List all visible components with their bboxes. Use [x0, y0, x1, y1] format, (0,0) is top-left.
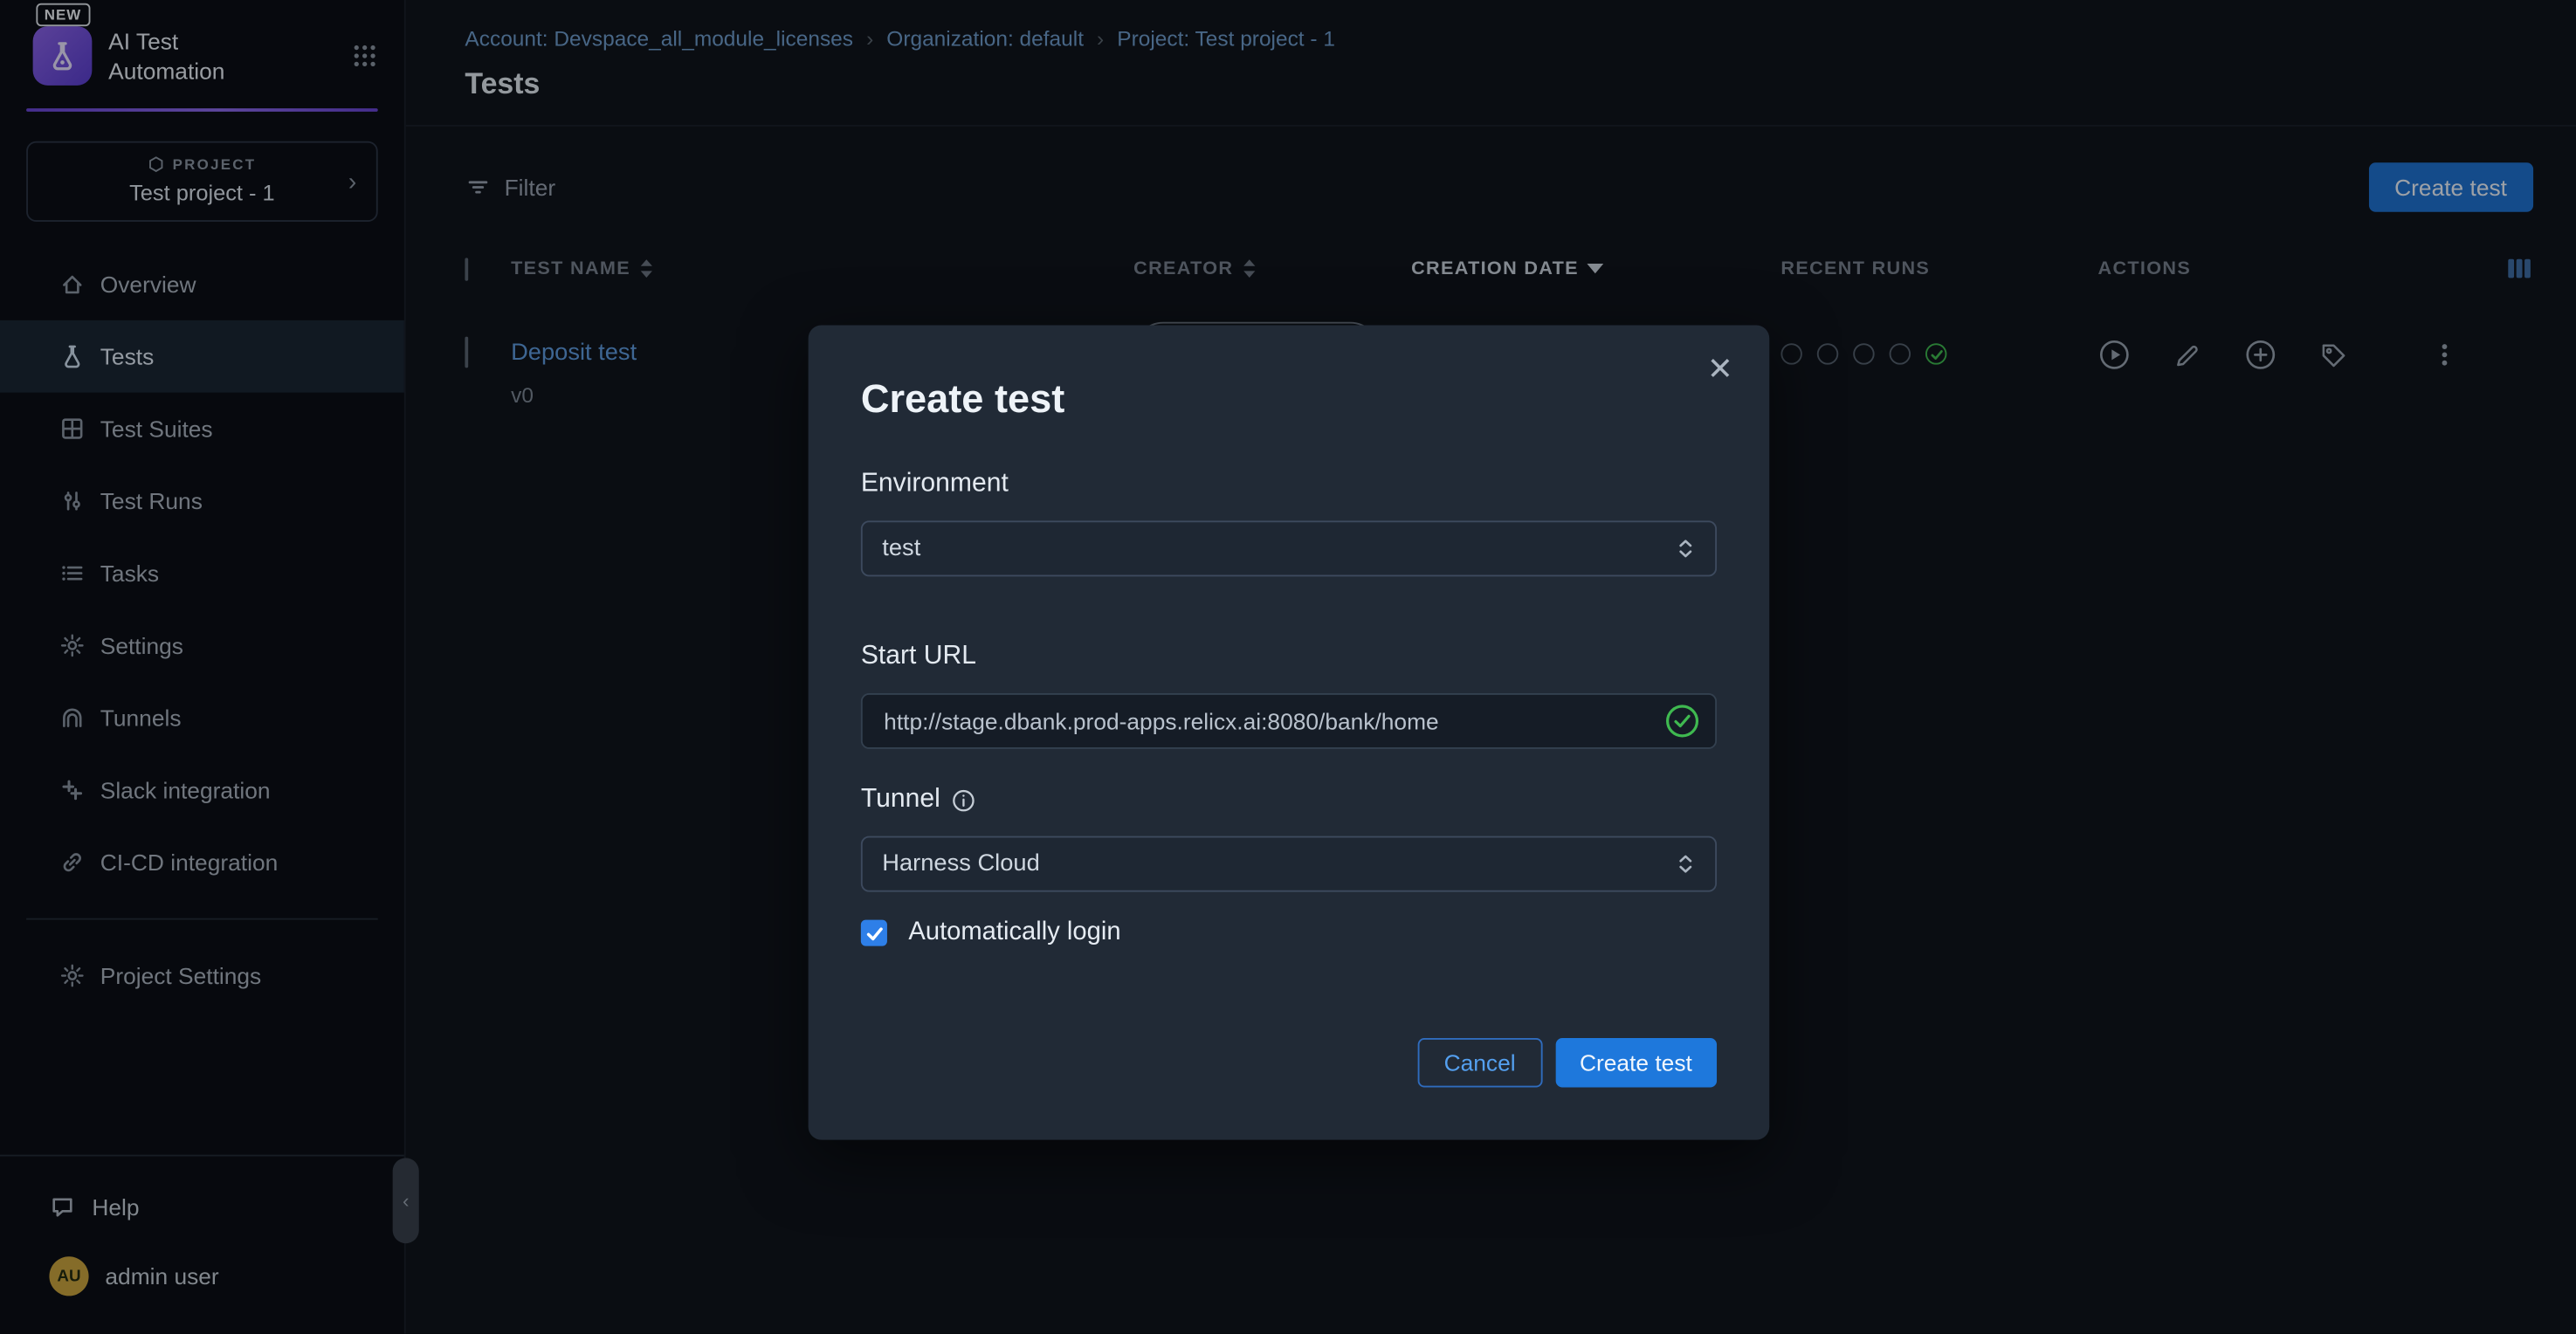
- environment-select[interactable]: test: [861, 520, 1717, 576]
- create-test-modal: ✕ Create test Environment test Start URL…: [809, 326, 1770, 1140]
- tunnel-select[interactable]: Harness Cloud: [861, 836, 1717, 892]
- create-test-submit-button[interactable]: Create test: [1555, 1038, 1717, 1087]
- app-window: NEW AI Test Automation PROJECT Test proj…: [0, 0, 2576, 1334]
- check-icon: [865, 924, 884, 942]
- modal-title: Create test: [861, 378, 1717, 424]
- valid-check-icon: [1664, 703, 1700, 739]
- chevron-updown-icon: [1676, 537, 1696, 560]
- modal-actions: Cancel Create test: [861, 1038, 1717, 1087]
- cancel-button[interactable]: Cancel: [1417, 1038, 1541, 1087]
- tunnel-label: Tunnel: [861, 785, 1717, 815]
- chevron-updown-icon: [1676, 852, 1696, 875]
- close-icon[interactable]: ✕: [1707, 354, 1733, 386]
- start-url-label: Start URL: [861, 643, 1717, 672]
- environment-label: Environment: [861, 470, 1717, 499]
- auto-login-row: Automatically login: [861, 918, 1717, 948]
- info-icon[interactable]: [952, 787, 976, 812]
- auto-login-label: Automatically login: [908, 918, 1120, 948]
- auto-login-checkbox[interactable]: [861, 920, 887, 946]
- start-url-input[interactable]: [861, 693, 1717, 749]
